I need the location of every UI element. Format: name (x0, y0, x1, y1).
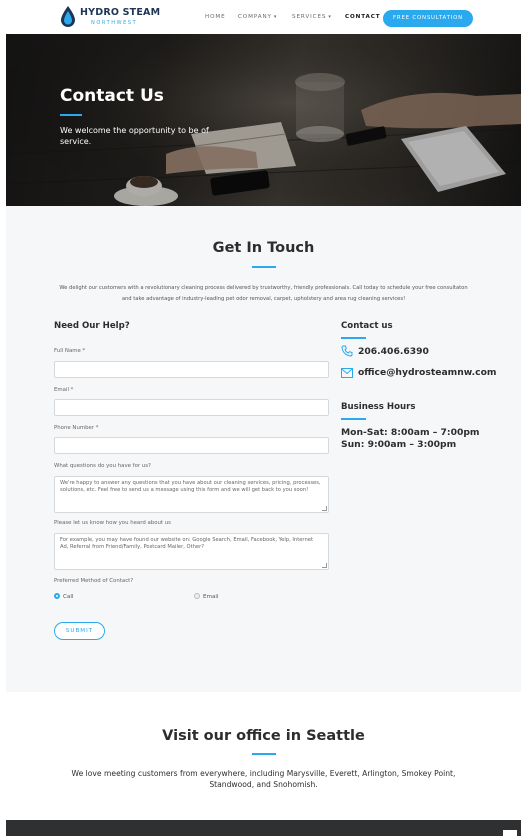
phone-number-link[interactable]: 206.406.6390 (358, 346, 429, 357)
intro-text: We delight our customers with a revoluti… (59, 285, 468, 302)
get-in-touch-heading: Get In Touch (212, 240, 315, 256)
business-hours-underline (341, 418, 366, 420)
visit-office-heading: Visit our office in Seattle (162, 728, 365, 744)
contact-method-label: Preferred Method of Contact? (54, 578, 134, 584)
call-option-label[interactable]: Call (63, 594, 73, 600)
logo-name: HYDRO STEAM (80, 7, 161, 18)
map-embed[interactable] (6, 820, 521, 836)
heard-about-textarea[interactable]: For example, you may have found our webs… (54, 533, 329, 570)
nav-services-label: SERVICES (292, 14, 327, 20)
questions-label: What questions do you have for us? (54, 463, 151, 469)
resize-handle[interactable] (322, 506, 327, 511)
phone-icon (341, 345, 353, 357)
water-drop-icon (61, 6, 75, 27)
full-name-input[interactable] (54, 361, 329, 378)
phone-label: Phone Number * (54, 425, 99, 431)
form-heading: Need Our Help? (54, 321, 130, 331)
submit-button[interactable]: SUBMIT (54, 622, 105, 640)
chevron-down-icon: ▾ (328, 14, 332, 20)
chevron-down-icon: ▾ (273, 14, 278, 20)
nav-contact[interactable]: CONTACT (345, 14, 380, 20)
hero-photo (6, 34, 521, 206)
page-title: Contact Us (60, 86, 164, 106)
hero-banner: Contact Us We welcome the opportunity to… (6, 34, 521, 206)
nav-company[interactable]: COMPANY ▾ (238, 14, 277, 20)
visit-heading-underline (252, 753, 276, 755)
resize-handle[interactable] (322, 563, 327, 568)
site-header: HYDRO STEAM NORTHWEST HOME COMPANY ▾ SERV… (0, 0, 527, 34)
visit-office-text: We love meeting customers from everywher… (71, 769, 456, 789)
nav-home[interactable]: HOME (205, 14, 226, 20)
contact-us-underline (341, 337, 366, 339)
email-address-link[interactable]: office@hydrosteamnw.com (358, 367, 497, 378)
full-name-label: Full Name * (54, 348, 86, 354)
questions-placeholder: We're happy to answer any questions that… (60, 480, 321, 493)
nav-company-label: COMPANY (238, 14, 272, 20)
hero-subtitle: We welcome the opportunity to be of serv… (60, 126, 209, 146)
heard-about-label: Please let us know how you heard about u… (54, 520, 171, 526)
business-hours-heading: Business Hours (341, 402, 416, 412)
logo-subtitle: NORTHWEST (91, 20, 138, 26)
contact-us-heading: Contact us (341, 321, 393, 331)
nav-services[interactable]: SERVICES ▾ (292, 14, 332, 20)
sunday-hours: Sun: 9:00am – 3:00pm (341, 439, 457, 450)
email-option-label[interactable]: Email (203, 594, 219, 600)
email-label: Email * (54, 387, 74, 393)
free-consultation-button[interactable]: FREE CONSULTATION (383, 10, 473, 27)
call-radio[interactable] (54, 593, 60, 599)
email-radio[interactable] (194, 593, 200, 599)
questions-textarea[interactable]: We're happy to answer any questions that… (54, 476, 329, 513)
weekday-hours: Mon-Sat: 8:00am – 7:00pm (341, 427, 480, 438)
envelope-icon (341, 368, 353, 378)
heading-underline (252, 266, 276, 268)
title-underline (60, 114, 82, 116)
logo[interactable]: HYDRO STEAM NORTHWEST (60, 6, 180, 30)
fullscreen-icon[interactable] (503, 830, 517, 836)
heard-about-placeholder: For example, you may have found our webs… (60, 537, 313, 550)
phone-input[interactable] (54, 437, 329, 454)
email-input[interactable] (54, 399, 329, 416)
